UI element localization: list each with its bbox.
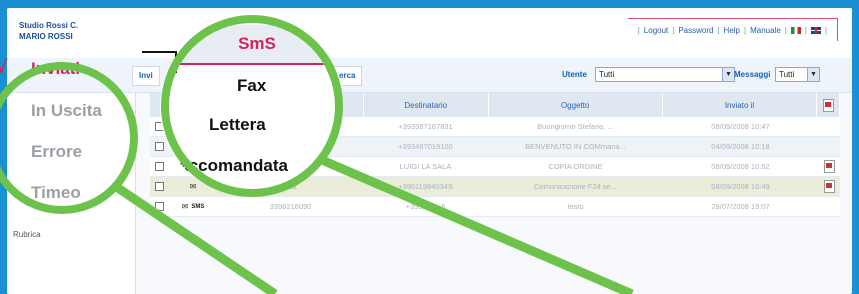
row-checkbox[interactable] [154,142,164,151]
row-type-cell: ✉ SMS [168,197,218,216]
utente-value: Tutti [599,70,615,79]
row-select-cell[interactable] [150,177,168,196]
row-inviato: 08/09/2008 10:47 [711,122,770,131]
row-destinatario: +393387167831 [398,122,453,131]
chevron-down-icon: ▼ [807,68,819,81]
pdf-icon [822,98,834,112]
col-destinatario[interactable]: Destinatario [364,93,489,117]
row-select-cell[interactable] [150,157,168,176]
top-nav: | Logout | Password | Help | Manuale | |… [627,18,838,41]
row-attachment-cell[interactable] [818,137,840,156]
col-oggetto[interactable]: Oggetto [489,93,663,117]
messaggi-value: Tutti [779,70,795,79]
row-type-label: SMS [191,203,205,210]
manuale-link[interactable]: Manuale [750,26,781,35]
tab-inviati[interactable]: Invi [132,66,160,86]
menu-lettera[interactable]: Lettera [209,115,266,135]
row-attachment-cell[interactable] [818,157,840,176]
uk-flag-icon[interactable] [810,26,821,34]
envelope-icon: ✉ [181,202,189,211]
row-inviato: 04/09/2008 10:18 [711,142,770,151]
row-oggetto: COPIA ORDINE [548,162,603,171]
menu-in-uscita[interactable]: In Uscita [31,101,102,121]
row-destinatario: LUIGI LA SALA [399,162,452,171]
utente-select[interactable]: Tutti ▼ [595,67,735,82]
pdf-icon[interactable] [823,180,835,193]
type-menu-zoom: SmS Fax Lettera Raccomandata [160,20,335,195]
row-oggetto: testo [567,202,584,211]
company-name: Studio Rossi C. MARIO ROSSI [19,20,78,42]
messaggi-select[interactable]: Tutti ▼ [775,67,820,82]
company-line-1: Studio Rossi C. [19,21,79,30]
pdf-icon[interactable] [823,160,835,173]
app-window: Studio Rossi C. MARIO ROSSI | Logout | P… [7,8,852,294]
row-mittente: 3398216090 [269,202,312,211]
check-icon: √ [0,58,8,78]
row-inviato: 08/09/2008 10:52 [711,162,770,171]
row-attachment-cell[interactable] [818,117,840,136]
tab-ricerca[interactable]: erca [332,66,363,86]
italian-flag-icon[interactable] [790,26,801,34]
row-select-cell[interactable] [150,197,168,216]
messaggi-label: Messaggi [734,70,771,79]
logout-link[interactable]: Logout [644,26,668,35]
header: Studio Rossi C. MARIO ROSSI | Logout | P… [7,8,852,58]
row-destinatario: +39011984034S [398,182,453,191]
menu-errore[interactable]: Errore [31,142,82,162]
row-oggetto: Buongiorno Stefano, ... [537,122,614,131]
password-link[interactable]: Password [678,26,713,35]
row-destinatario: +393487019100 [398,142,453,151]
menu-timeout[interactable]: Timeo [31,183,81,203]
menu-sms[interactable]: SmS [177,25,335,65]
row-inviato: 08/09/2008 10:49 [711,182,770,191]
menu-fax[interactable]: Fax [237,76,266,96]
tab-bar: Invi erca Utente Tutti ▼ Messaggi Tutti … [7,58,852,93]
help-link[interactable]: Help [724,26,740,35]
company-line-2: MARIO ROSSI [19,32,73,41]
menu-inviati[interactable]: Inviati [31,59,80,79]
envelope-icon: ✉ [189,182,197,191]
utente-label: Utente [562,70,587,79]
row-destinatario: +393368...6 [405,202,446,211]
menu-raccomandata[interactable]: Raccomandata [167,156,288,176]
table-row[interactable]: ✉ SMS 3398216090 +393368...6 testo 29/07/2008… [150,197,840,217]
row-oggetto: Comunicazione F24 se... [534,182,617,191]
row-checkbox[interactable] [154,182,164,191]
row-oggetto: BENVENUTO IN COMmana... [525,142,626,151]
row-inviato: 29/07/2008 19:07 [711,202,770,211]
sidebar-item-rubrica[interactable]: Rubrica [13,230,41,239]
col-inviato[interactable]: Inviato il [663,93,818,117]
row-attachment-cell[interactable] [818,197,840,216]
row-attachment-cell[interactable] [818,177,840,196]
row-checkbox[interactable] [154,202,164,211]
chevron-down-icon: ▼ [722,68,734,81]
row-checkbox[interactable] [154,162,164,171]
